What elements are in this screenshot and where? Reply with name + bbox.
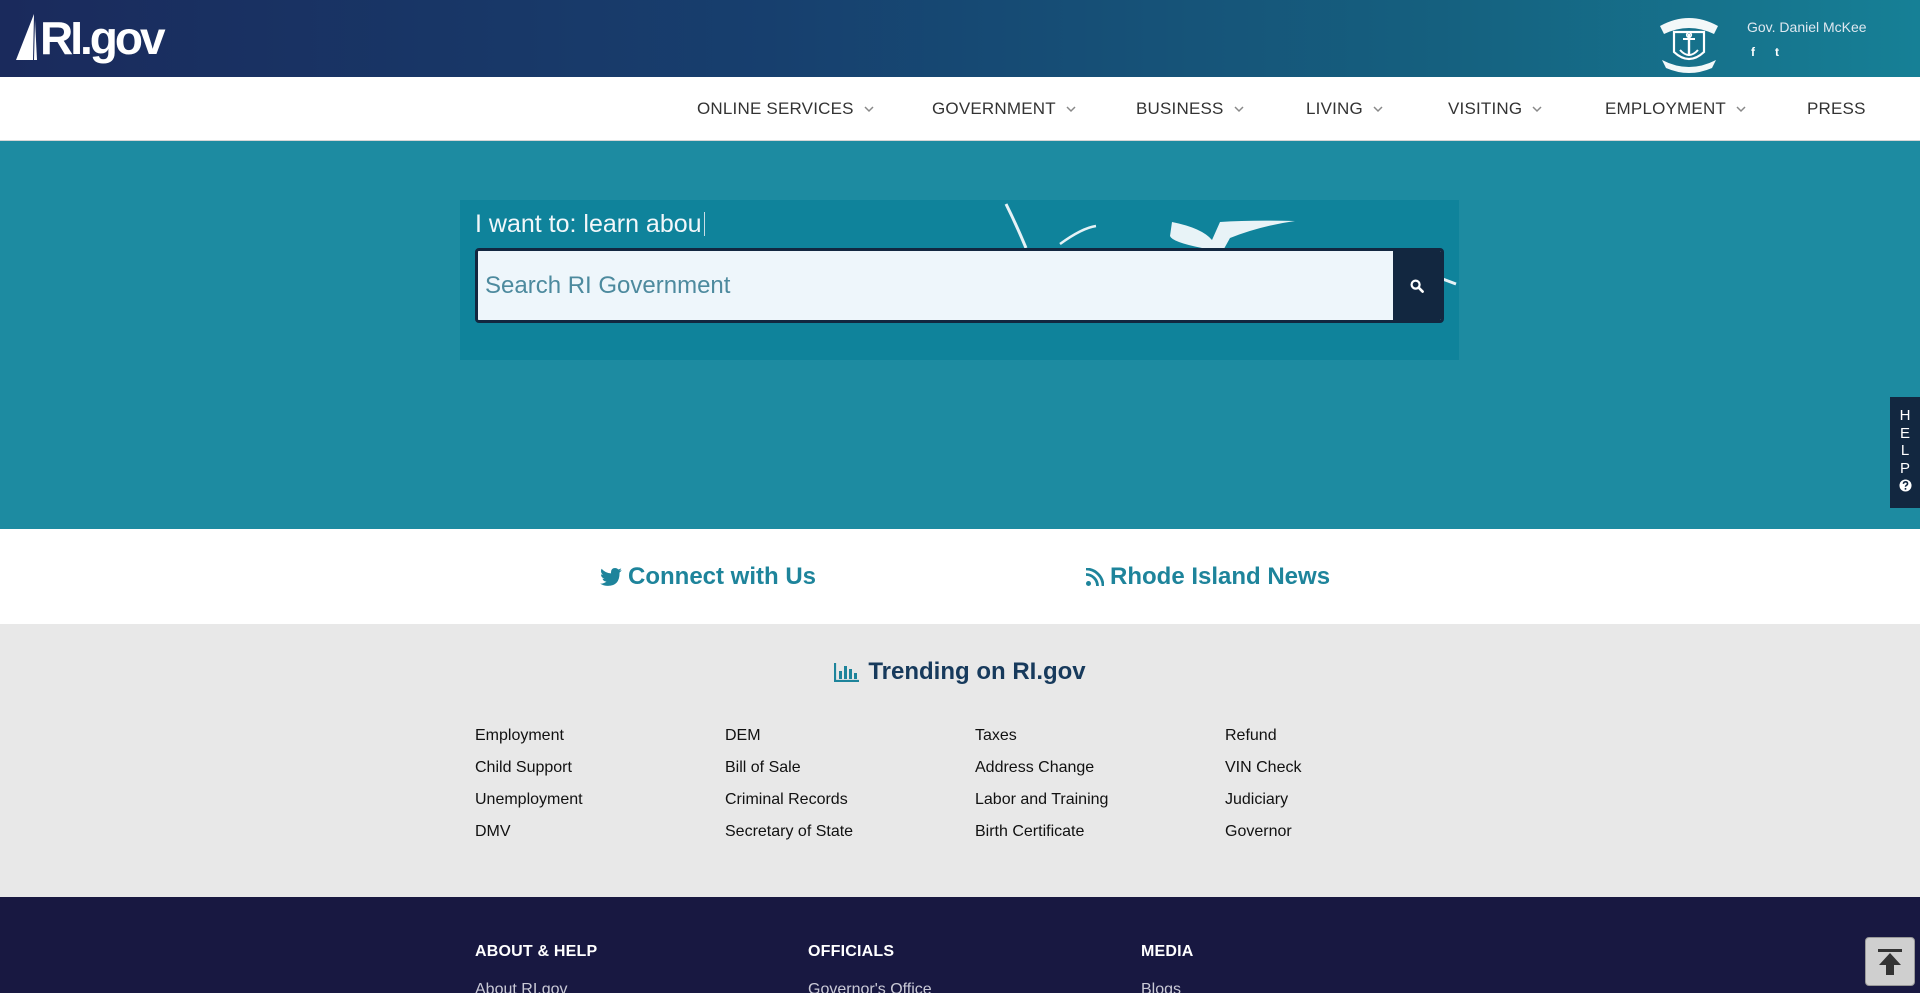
- rss-icon: [1086, 568, 1104, 586]
- typing-cursor: [703, 212, 705, 236]
- search-button[interactable]: [1393, 251, 1441, 320]
- trending-link[interactable]: Refund: [1225, 727, 1277, 745]
- trending-title-text: Trending on RI.gov: [868, 658, 1086, 685]
- trending-link[interactable]: Employment: [475, 727, 564, 745]
- nav-label: BUSINESS: [1136, 99, 1224, 118]
- connect-with-us-label: Connect with Us: [628, 563, 817, 590]
- trending-link[interactable]: VIN Check: [1225, 759, 1301, 777]
- trending-link[interactable]: Bill of Sale: [725, 759, 801, 777]
- nav-government[interactable]: GOVERNMENT: [932, 77, 1076, 141]
- search-prompt-text: I want to: learn abou: [475, 210, 702, 238]
- twitter-icon[interactable]: t: [1771, 45, 1783, 59]
- trending-link[interactable]: Address Change: [975, 759, 1094, 777]
- trending-link[interactable]: Governor: [1225, 823, 1292, 841]
- footer-link-governors-office[interactable]: Governor's Office: [808, 981, 932, 993]
- question-circle-icon: [1898, 479, 1912, 492]
- footer-heading-media: MEDIA: [1141, 943, 1194, 960]
- search-form: [475, 248, 1444, 323]
- chevron-down-icon: [1736, 106, 1746, 113]
- main-navigation: ONLINE SERVICES GOVERNMENT BUSINESS LIVI…: [0, 77, 1920, 141]
- connect-with-us-link[interactable]: Connect with Us: [600, 563, 816, 591]
- footer-heading-officials: OFFICIALS: [808, 943, 895, 960]
- chevron-down-icon: [1532, 106, 1542, 113]
- footer-heading-about: ABOUT & HELP: [475, 943, 598, 960]
- trending-section: Trending on RI.gov Employment Child Supp…: [0, 624, 1920, 897]
- search-prompt: I want to: learn abou: [475, 210, 705, 239]
- ri-state-seal-icon: [1660, 18, 1718, 73]
- sail-logo-icon: [16, 14, 37, 60]
- nav-label: GOVERNMENT: [932, 99, 1056, 118]
- trending-link[interactable]: Judiciary: [1225, 791, 1288, 809]
- site-footer: ABOUT & HELP About RI.gov OFFICIALS Gove…: [0, 897, 1920, 993]
- facebook-icon[interactable]: f: [1747, 45, 1759, 59]
- header-social-links: f t: [1747, 45, 1783, 59]
- ri-gov-logo[interactable]: RI.gov: [14, 12, 166, 64]
- nav-label: ONLINE SERVICES: [697, 99, 854, 118]
- search-icon: [1410, 278, 1424, 293]
- connect-section: Connect with Us Rhode Island News: [0, 529, 1920, 624]
- governor-link[interactable]: Gov. Daniel McKee: [1747, 19, 1867, 35]
- help-letter: P: [1899, 459, 1910, 477]
- trending-link[interactable]: Criminal Records: [725, 791, 848, 809]
- arrow-to-top-icon: [1878, 948, 1902, 975]
- trending-link[interactable]: Secretary of State: [725, 823, 853, 841]
- trending-link[interactable]: DEM: [725, 727, 761, 745]
- logo-text: RI.gov: [40, 12, 166, 64]
- trending-link[interactable]: DMV: [475, 823, 511, 841]
- trending-link[interactable]: Unemployment: [475, 791, 583, 809]
- twitter-icon: [600, 568, 622, 586]
- chevron-down-icon: [864, 106, 874, 113]
- hero-search-section: I want to: learn abou: [0, 141, 1920, 529]
- trending-link[interactable]: Birth Certificate: [975, 823, 1084, 841]
- nav-label: LIVING: [1306, 99, 1363, 118]
- search-panel: I want to: learn abou: [460, 200, 1459, 360]
- help-letter: E: [1899, 424, 1910, 442]
- help-tab[interactable]: H E L P: [1890, 397, 1920, 508]
- nav-living[interactable]: LIVING: [1306, 77, 1383, 141]
- trending-link[interactable]: Child Support: [475, 759, 572, 777]
- trending-title: Trending on RI.gov: [0, 658, 1920, 686]
- nav-label: VISITING: [1448, 99, 1523, 118]
- help-letter: L: [1900, 442, 1910, 459]
- trending-link[interactable]: Taxes: [975, 727, 1017, 745]
- bar-chart-icon: [834, 663, 860, 682]
- nav-visiting[interactable]: VISITING: [1448, 77, 1542, 141]
- footer-link-blogs[interactable]: Blogs: [1141, 981, 1181, 993]
- nav-label: EMPLOYMENT: [1605, 99, 1727, 118]
- search-input[interactable]: [478, 251, 1393, 320]
- chevron-down-icon: [1373, 106, 1383, 113]
- footer-link-about[interactable]: About RI.gov: [475, 981, 568, 993]
- nav-employment[interactable]: EMPLOYMENT: [1605, 77, 1746, 141]
- chevron-down-icon: [1066, 106, 1076, 113]
- rhode-island-news-label: Rhode Island News: [1110, 563, 1331, 590]
- trending-link[interactable]: Labor and Training: [975, 791, 1108, 809]
- rhode-island-news-link[interactable]: Rhode Island News: [1086, 563, 1330, 591]
- nav-online-services[interactable]: ONLINE SERVICES: [697, 77, 874, 141]
- nav-label: PRESS: [1807, 99, 1866, 118]
- back-to-top-button[interactable]: [1865, 937, 1915, 986]
- site-header: RI.gov Gov. Daniel McKee f t: [0, 0, 1920, 77]
- chevron-down-icon: [1234, 106, 1244, 113]
- nav-business[interactable]: BUSINESS: [1136, 77, 1244, 141]
- nav-press[interactable]: PRESS: [1807, 77, 1866, 141]
- help-letter: H: [1899, 407, 1911, 424]
